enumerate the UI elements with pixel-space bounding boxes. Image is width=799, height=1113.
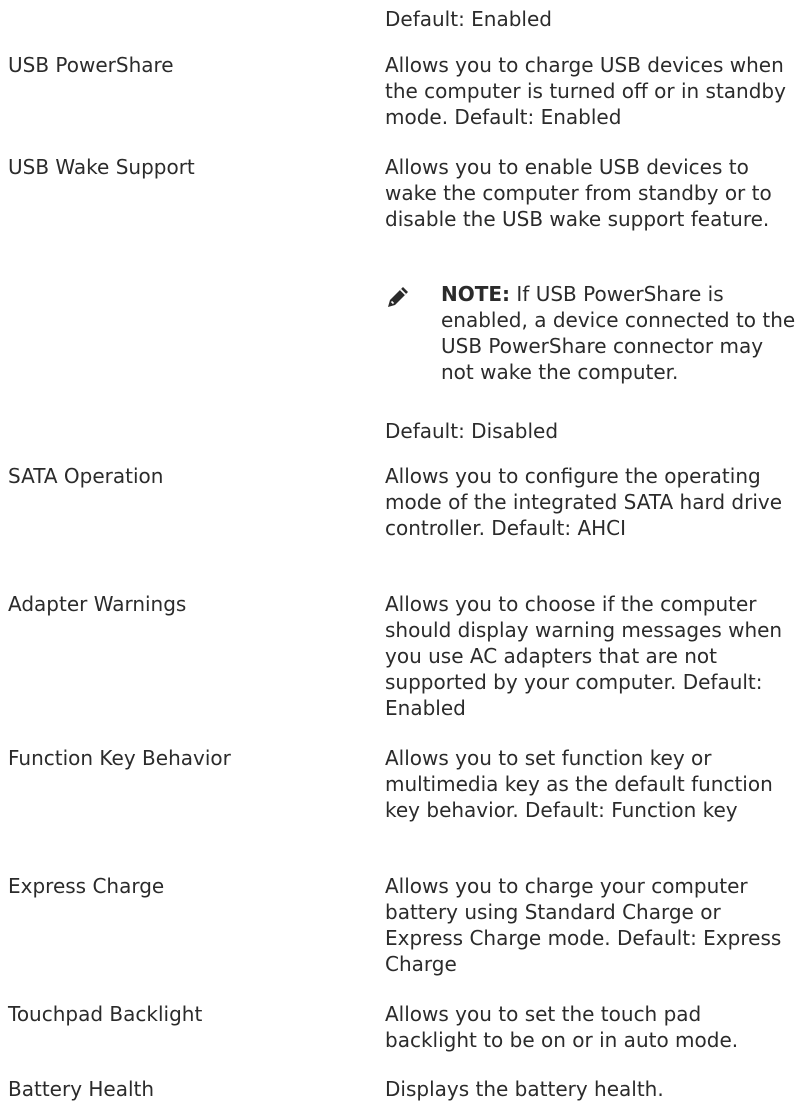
- note-pencil-icon: [388, 287, 408, 307]
- option-name: Function Key Behavior: [8, 746, 231, 770]
- option-description: Allows you to charge USB devices when th…: [385, 53, 786, 129]
- note-text: NOTE: If USB PowerShare is enabled, a de…: [441, 281, 799, 385]
- bios-options-page: Default: Enabled USB PowerShare Allows y…: [0, 0, 799, 1113]
- option-description: Displays the battery health.: [385, 1077, 664, 1101]
- option-name: Express Charge: [8, 874, 165, 898]
- usb-wake-default-text: Default: Disabled: [385, 419, 559, 443]
- option-description: Allows you to set function key or multim…: [385, 746, 773, 822]
- note-label: NOTE:: [441, 282, 511, 306]
- option-name: Battery Health: [8, 1077, 155, 1101]
- option-description: Allows you to set the touch pad backligh…: [385, 1002, 739, 1052]
- option-description: Allows you to charge your computer batte…: [385, 874, 782, 976]
- option-name: USB Wake Support: [8, 155, 195, 179]
- option-description: Allows you to choose if the computer sho…: [385, 592, 783, 720]
- option-description: Allows you to enable USB devices to wake…: [385, 155, 772, 231]
- option-name: Adapter Warnings: [8, 592, 187, 616]
- option-description: Allows you to configure the operating mo…: [385, 464, 783, 540]
- option-name: SATA Operation: [8, 464, 164, 488]
- previous-row-default-text: Default: Enabled: [385, 7, 552, 31]
- option-name: USB PowerShare: [8, 53, 174, 77]
- option-name: Touchpad Backlight: [8, 1002, 203, 1026]
